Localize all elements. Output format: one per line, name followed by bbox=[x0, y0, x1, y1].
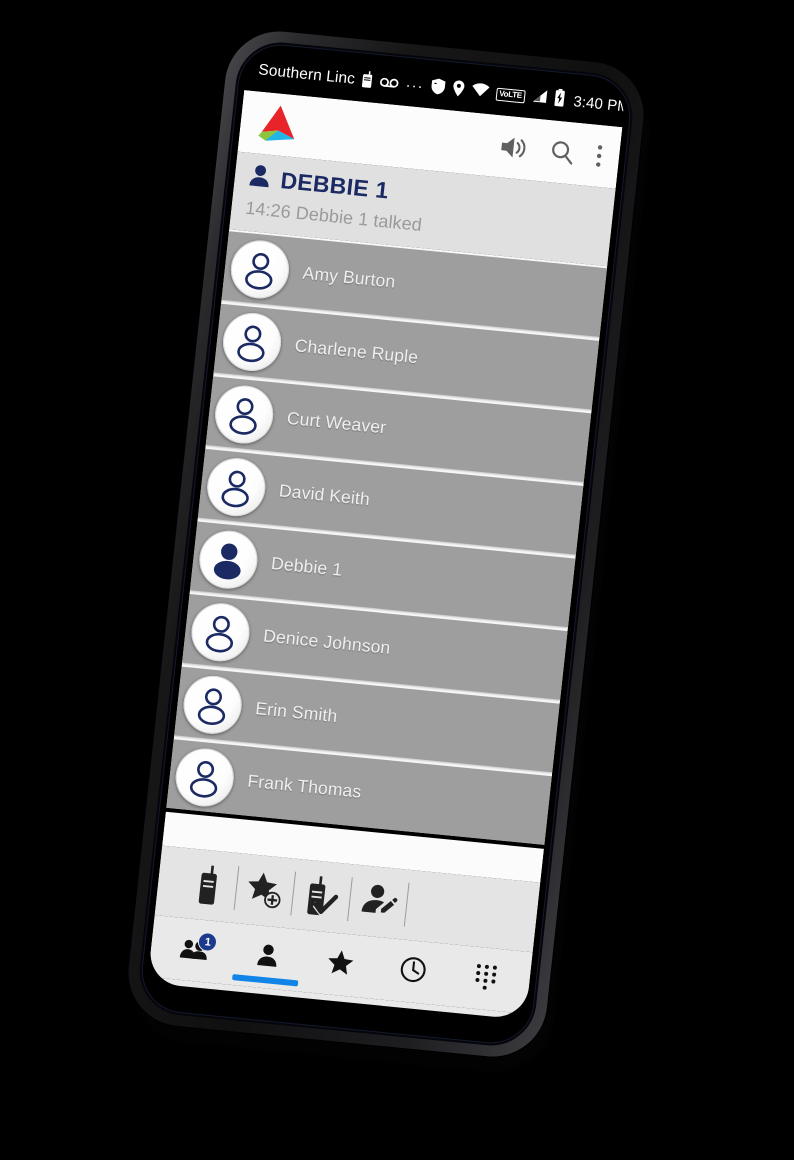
contact-name: David Keith bbox=[278, 480, 371, 510]
contact-name: Amy Burton bbox=[301, 262, 397, 292]
avatar-icon bbox=[188, 600, 253, 664]
avatar-icon bbox=[212, 382, 277, 446]
carrier-label: Southern Linc bbox=[257, 61, 356, 88]
avatar-icon bbox=[227, 237, 292, 301]
search-icon[interactable] bbox=[548, 138, 577, 166]
voicemail-icon bbox=[379, 74, 400, 93]
dialpad-icon bbox=[473, 962, 498, 995]
nav-item-recents[interactable] bbox=[381, 944, 444, 999]
nav-item-contacts[interactable] bbox=[232, 930, 299, 987]
ptt-radio-icon[interactable] bbox=[177, 856, 239, 915]
shield-icon bbox=[429, 77, 446, 99]
recents-clock-icon bbox=[398, 955, 427, 988]
page-title: DEBBIE 1 bbox=[279, 167, 391, 204]
battery-charging-icon bbox=[552, 88, 565, 111]
signal-bars-icon bbox=[531, 88, 548, 107]
location-pin-icon bbox=[451, 79, 465, 101]
contact-name: Debbie 1 bbox=[270, 552, 344, 580]
contact-name: Frank Thomas bbox=[246, 770, 363, 802]
ptt-radio-icon bbox=[361, 70, 374, 92]
nav-badge-count: 1 bbox=[197, 931, 219, 953]
app-bar-actions bbox=[498, 133, 608, 169]
contact-list[interactable]: Amy Burton Charlene Ruple Curt Weaver Da… bbox=[166, 229, 608, 845]
contact-name: Charlene Ruple bbox=[293, 335, 420, 368]
star-add-icon[interactable] bbox=[234, 861, 296, 920]
contacts-person-icon bbox=[255, 942, 280, 973]
favorites-star-icon bbox=[326, 948, 355, 980]
avatar-icon bbox=[172, 745, 237, 809]
nav-item-dialpad[interactable] bbox=[454, 951, 517, 1006]
screenshot-stage: Southern Linc ··· VoLTE 3:40 PM DEBBIE 1… bbox=[0, 0, 794, 1160]
contact-name: Curt Weaver bbox=[285, 407, 388, 438]
radio-check-icon[interactable] bbox=[291, 867, 353, 926]
nav-item-favorites[interactable] bbox=[309, 937, 372, 992]
phone-device: Southern Linc ··· VoLTE 3:40 PM DEBBIE 1… bbox=[122, 26, 654, 1077]
wifi-icon bbox=[470, 82, 490, 102]
clock-time-label: 3:40 PM bbox=[572, 92, 627, 116]
nav-item-groups[interactable]: 1 bbox=[164, 923, 227, 978]
volte-icon: VoLTE bbox=[495, 87, 526, 103]
avatar-icon bbox=[220, 309, 285, 374]
southern-linc-logo bbox=[253, 101, 305, 147]
speaker-volume-icon[interactable] bbox=[498, 133, 531, 162]
avatar-icon bbox=[204, 454, 269, 519]
avatar-icon bbox=[180, 672, 245, 737]
avatar-active-icon bbox=[196, 527, 261, 591]
overflow-menu-icon[interactable] bbox=[594, 143, 605, 170]
contact-name: Erin Smith bbox=[254, 698, 339, 727]
nav-selected-indicator bbox=[232, 974, 299, 987]
person-icon bbox=[247, 163, 272, 194]
person-edit-icon[interactable] bbox=[348, 872, 410, 931]
contact-name: Denice Johnson bbox=[262, 625, 392, 658]
overflow-dots-icon: ··· bbox=[404, 76, 425, 95]
